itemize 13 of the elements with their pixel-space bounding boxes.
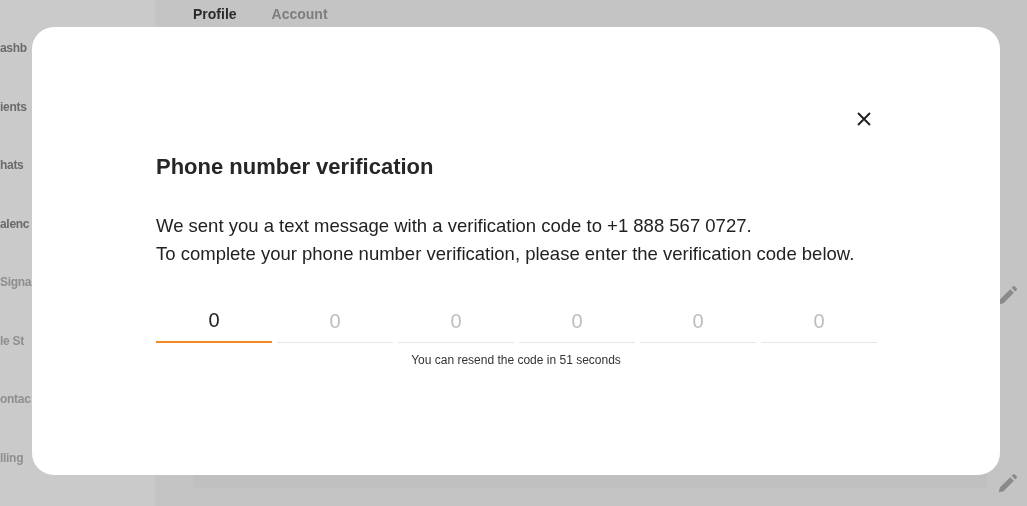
- code-digit-field[interactable]: 0: [156, 300, 272, 343]
- dialog-message: To complete your phone number verification, please enter the verification code below.: [156, 242, 855, 266]
- dialog-title: Phone number verification: [156, 153, 434, 181]
- sidebar-item[interactable]: ashb: [0, 38, 27, 58]
- sidebar-item[interactable]: hats: [0, 155, 24, 175]
- sidebar-item[interactable]: alenc: [0, 213, 30, 234]
- tab[interactable]: Account: [271, 4, 328, 26]
- tab[interactable]: Profile: [193, 4, 237, 26]
- dialog-message: We sent you a text message with a verification code to +1 888 567 0727.: [156, 214, 752, 238]
- close-icon: [856, 111, 872, 127]
- sidebar-item[interactable]: ients: [0, 96, 27, 117]
- resend-note: You can resend the code in 51 seconds: [411, 352, 621, 369]
- pencil-icon[interactable]: [996, 473, 1018, 495]
